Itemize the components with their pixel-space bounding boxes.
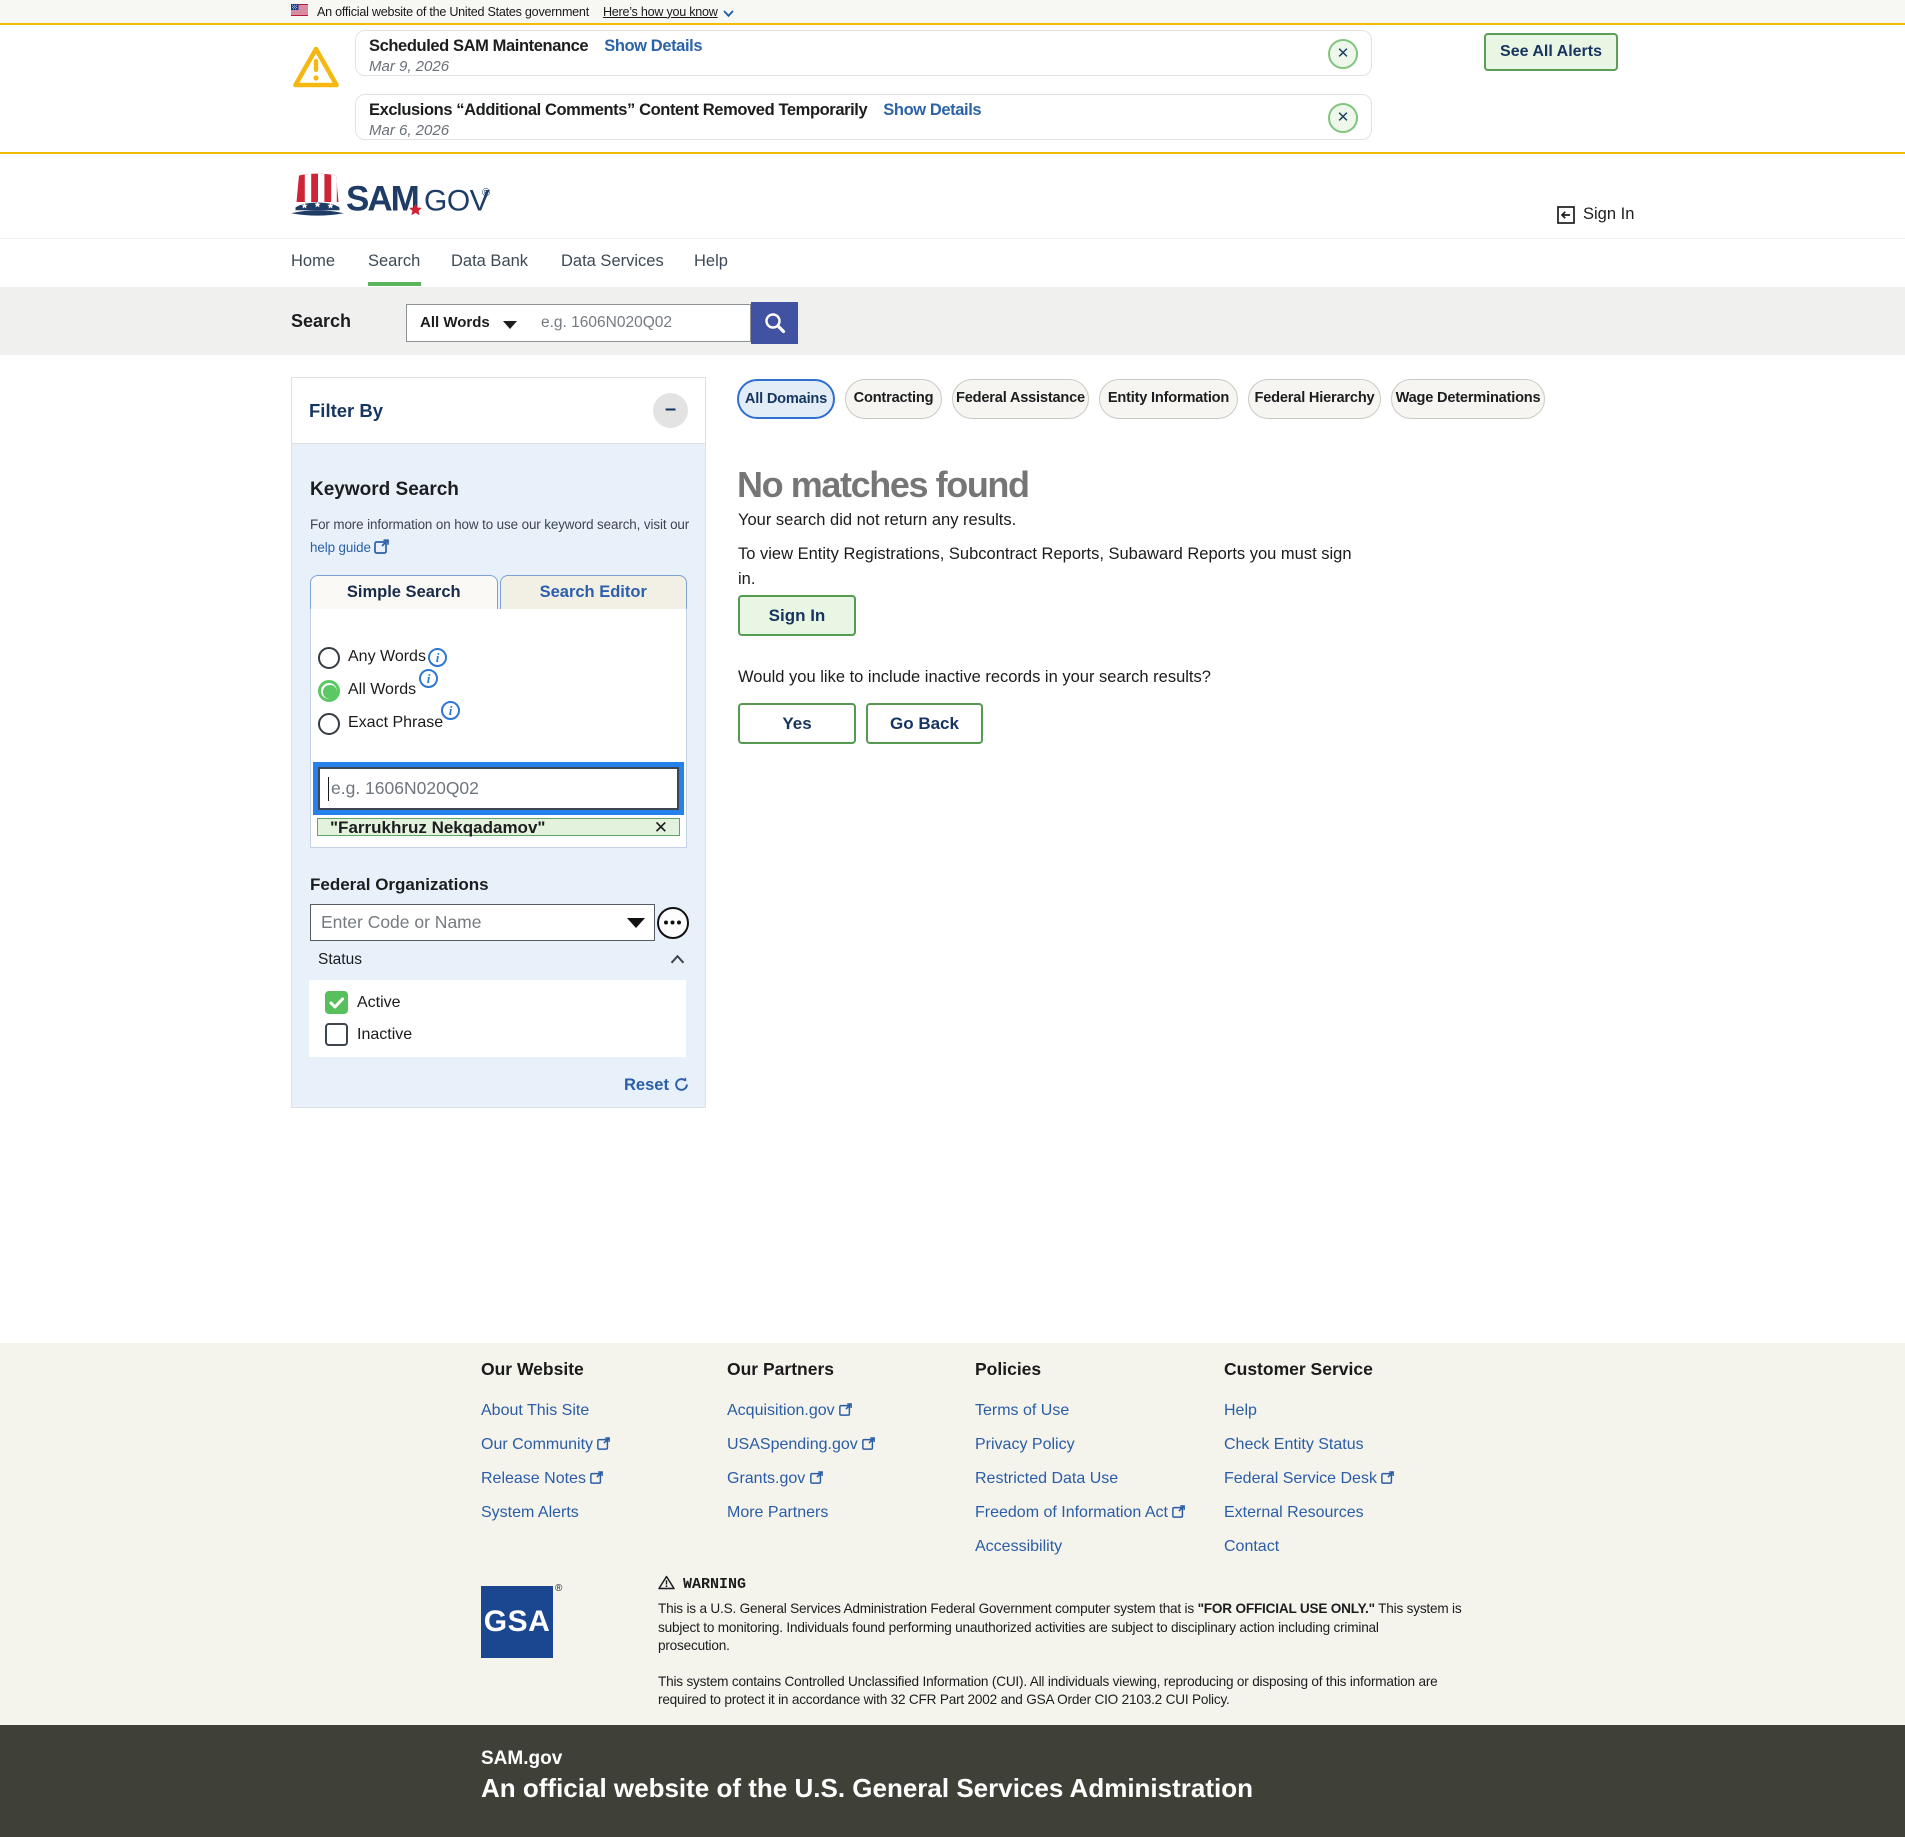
svg-text:SAM: SAM <box>346 180 418 217</box>
svg-text:®: ® <box>482 187 490 199</box>
svg-text:GOV: GOV <box>424 185 490 217</box>
